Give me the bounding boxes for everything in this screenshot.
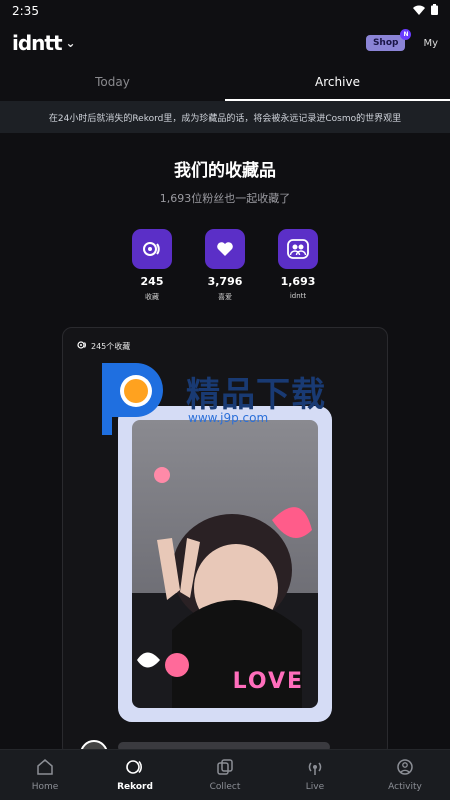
stat-fans[interactable]: 1,693 idntt (276, 229, 320, 302)
stat-label: 喜爱 (218, 293, 232, 301)
page-title: 我们的收藏品 (174, 161, 276, 181)
stat-likes[interactable]: 3,796 喜爱 (203, 229, 247, 302)
nav-live[interactable]: Live (270, 750, 360, 800)
stat-collected[interactable]: 245 收藏 (130, 229, 174, 302)
collect-icon (216, 758, 234, 779)
stats-row: 245 收藏 3,796 喜爱 1,693 idntt (130, 229, 320, 302)
card-count: 245个收藏 (77, 340, 130, 352)
love-sticker: LOVE (232, 669, 304, 694)
activity-icon (396, 758, 414, 779)
stat-value: 3,796 (207, 275, 243, 288)
rekord-icon (125, 758, 145, 779)
my-button[interactable]: My (423, 38, 438, 49)
chevron-down-icon: ⌄ (65, 36, 76, 50)
status-bar: 2:35 (0, 0, 450, 22)
nav-label: Live (305, 782, 325, 792)
artist-switcher[interactable]: idntt ⌄ (12, 31, 76, 55)
fans-icon (278, 229, 318, 269)
live-icon (306, 758, 324, 779)
photo-image: LOVE (132, 420, 318, 708)
wifi-icon (413, 4, 425, 18)
shop-label: Shop (372, 38, 399, 48)
nav-activity[interactable]: Activity (360, 750, 450, 800)
stat-value: 245 (140, 275, 164, 288)
tab-bar: Today Archive (0, 64, 450, 101)
notice-banner: 在24小时后就消失的Rekord里，成为珍藏品的话，将会被永远记录进Cosmo的… (0, 101, 450, 133)
watermark-url: www.j9p.com (188, 411, 269, 425)
tab-archive[interactable]: Archive (225, 64, 450, 101)
nav-label: Activity (388, 782, 422, 792)
card-count-label: 245个收藏 (91, 341, 131, 351)
tab-today[interactable]: Today (0, 64, 225, 101)
new-badge: N (400, 29, 412, 40)
stat-label: idntt (289, 292, 307, 300)
nav-collect[interactable]: Collect (180, 750, 270, 800)
photo-card[interactable]: LOVE (118, 406, 332, 722)
nav-rekord[interactable]: Rekord (90, 750, 180, 800)
status-time: 2:35 (12, 4, 39, 18)
watermark: 精品下载 www.j9p.com (96, 357, 356, 447)
rekord-icon (132, 229, 172, 269)
logo: idntt (12, 31, 63, 55)
app-header: idntt ⌄ Shop N My (0, 24, 450, 62)
home-icon (36, 758, 54, 779)
battery-icon (431, 4, 438, 18)
nav-label: Collect (209, 782, 241, 792)
nav-label: Home (31, 782, 59, 792)
nav-label: Rekord (117, 782, 153, 792)
rekord-icon (77, 340, 87, 352)
watermark-logo (102, 363, 163, 435)
nav-home[interactable]: Home (0, 750, 90, 800)
stat-value: 1,693 (280, 275, 316, 288)
page-subtitle: 1,693位粉丝也一起收藏了 (159, 192, 291, 205)
stat-label: 收藏 (145, 293, 159, 301)
watermark-text: 精品下载 (186, 375, 326, 415)
bottom-nav: Home Rekord Collect Live Activity (0, 749, 450, 800)
shop-button[interactable]: Shop N (365, 29, 412, 51)
heart-icon (205, 229, 245, 269)
